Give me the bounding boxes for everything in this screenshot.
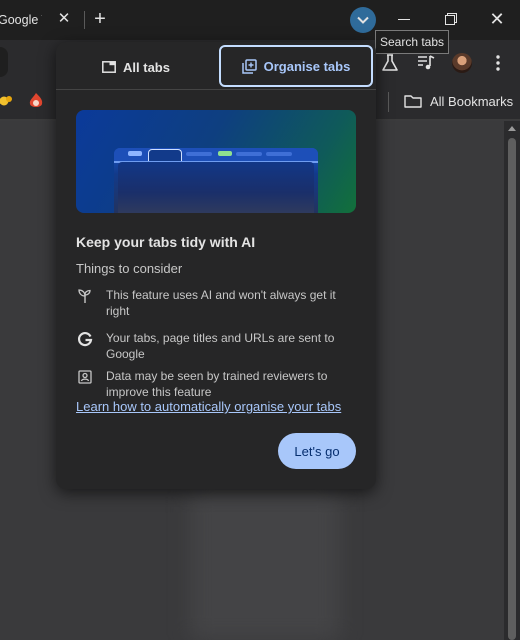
blurred-content [190,490,340,640]
illustration-tab [266,152,292,156]
profile-avatar[interactable] [452,53,472,73]
search-tabs-button[interactable] [350,7,376,33]
minimize-button[interactable] [398,19,410,20]
tab-search-popup: All tabs Organise tabs Keep your tabs ti… [56,42,376,489]
tab-all-tabs-label: All tabs [123,59,170,75]
sprout-icon [78,289,91,303]
tab-organise-tabs-label: Organise tabs [263,58,351,74]
reviewer-badge-icon [78,370,92,384]
new-tab-button[interactable]: + [90,9,110,29]
bookmark-favicon-icon[interactable] [28,92,44,110]
close-window-button[interactable]: ✕ [488,10,506,28]
restore-button[interactable] [445,13,457,25]
illustration-tab [236,152,262,156]
scrollbar-thumb[interactable] [508,138,516,640]
consideration-text: Data may be seen by trained reviewers to… [106,369,328,399]
tab-organise-tabs[interactable]: Organise tabs [219,45,373,87]
search-tabs-tooltip: Search tabs [375,30,449,54]
tab-separator [84,11,85,29]
illustration-tabstrip [114,148,318,163]
labs-flask-icon[interactable] [380,53,400,73]
bookmarks-separator [388,92,389,112]
more-menu-icon[interactable] [488,53,508,73]
media-controls-icon[interactable] [416,53,436,73]
tab-icon [102,61,116,73]
tab-title: Google Tasks [0,13,42,27]
popup-heading: Keep your tabs tidy with AI [76,234,256,250]
learn-more-link[interactable]: Learn how to automatically organise your… [76,399,341,414]
illustration-tab-group [218,151,232,156]
consideration-text: This feature uses AI and won't always ge… [106,288,336,318]
illustration-body [118,162,314,213]
popup-subheading: Things to consider [76,261,183,276]
tab-organise-icon [241,58,257,74]
popup-tab-strip: All tabs Organise tabs [56,42,376,90]
bookmark-favicon-icon[interactable] [0,93,12,109]
lets-go-button[interactable]: Let's go [278,433,356,469]
all-bookmarks-button[interactable]: All Bookmarks [404,91,513,111]
tab-all-tabs[interactable]: All tabs [60,46,212,88]
scroll-up-arrow-icon[interactable] [508,126,516,131]
consideration-text: Your tabs, page titles and URLs are sent… [106,331,335,361]
chevron-down-icon [357,16,369,24]
all-bookmarks-label: All Bookmarks [430,93,514,109]
folder-icon [404,95,422,108]
illustration-window [114,148,318,213]
omnibox[interactable] [0,47,8,77]
google-g-icon [77,332,93,347]
illustration-tab [186,152,212,156]
close-tab-icon[interactable]: ✕ [56,11,72,27]
organise-tabs-illustration [76,110,356,213]
illustration-tab [128,151,142,156]
